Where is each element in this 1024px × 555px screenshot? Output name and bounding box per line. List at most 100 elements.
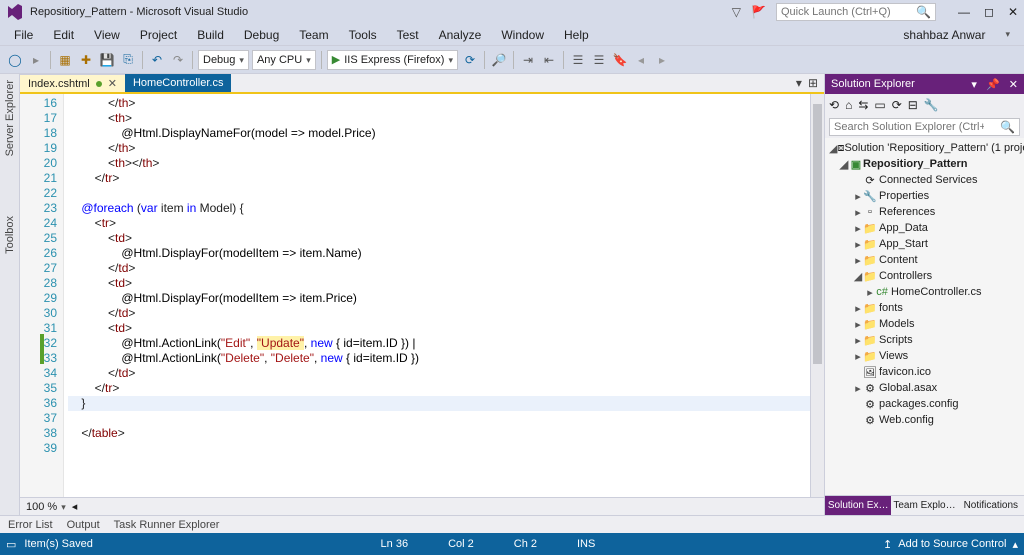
tree-item[interactable]: ▸⚙Global.asax [825, 380, 1024, 396]
tree-item[interactable]: ▸📁Models [825, 316, 1024, 332]
nav-back-icon[interactable]: ◯ [6, 51, 24, 69]
code-content[interactable]: </th> <th> @Html.DisplayNameFor(model =>… [64, 94, 810, 497]
menu-debug[interactable]: Debug [236, 26, 287, 44]
bookmark-icon[interactable]: 🔖 [611, 51, 629, 69]
zoom-bar: 100 % ◂ [20, 497, 824, 515]
menu-build[interactable]: Build [189, 26, 232, 44]
home-icon[interactable]: ⟲ [829, 98, 839, 112]
back-icon[interactable]: ⌂ [845, 98, 852, 112]
tree-item[interactable]: ⚙packages.config [825, 396, 1024, 412]
search-icon[interactable]: 🔍 [916, 5, 931, 19]
menu-help[interactable]: Help [556, 26, 597, 44]
search-icon[interactable]: 🔍 [1000, 120, 1015, 134]
tab-team-explorer[interactable]: Team Explo… [891, 495, 957, 515]
properties-icon[interactable]: 🔧 [924, 98, 939, 112]
solution-explorer-search[interactable]: 🔍 [829, 118, 1020, 136]
menu-project[interactable]: Project [132, 26, 185, 44]
show-all-icon[interactable]: ▭ [874, 98, 885, 112]
menu-window[interactable]: Window [493, 26, 552, 44]
refresh-icon[interactable]: ⟳ [892, 98, 902, 112]
tree-item[interactable]: ◢📁Controllers [825, 268, 1024, 284]
tab-output[interactable]: Output [67, 519, 100, 531]
tabs-overflow-icon[interactable]: ▾ [796, 76, 802, 90]
tab-error-list[interactable]: Error List [8, 519, 53, 531]
tree-item[interactable]: ⚙Web.config [825, 412, 1024, 428]
menu-team[interactable]: Team [291, 26, 336, 44]
tree-item[interactable]: ⟳Connected Services [825, 172, 1024, 188]
tree-item[interactable]: 🖼favicon.ico [825, 364, 1024, 380]
tree-item[interactable]: ▸📁App_Start [825, 236, 1024, 252]
zoom-dropdown-icon[interactable] [61, 501, 66, 513]
tree-item[interactable]: ▸📁fonts [825, 300, 1024, 316]
solution-explorer-toggle-icon[interactable]: ⊞ [808, 76, 818, 90]
run-button[interactable]: ▶ IIS Express (Firefox) [327, 50, 458, 70]
menu-tools[interactable]: Tools [341, 26, 385, 44]
tree-item[interactable]: ▸📁Content [825, 252, 1024, 268]
hscroll-left-icon[interactable]: ◂ [72, 500, 78, 513]
solution-search-input[interactable] [834, 121, 984, 133]
config-dropdown[interactable]: Debug [198, 50, 249, 70]
undo-icon[interactable]: ↶ [148, 51, 166, 69]
maximize-icon[interactable]: ◻ [984, 5, 994, 19]
save-all-icon[interactable]: ⎘ [119, 51, 137, 69]
collapse-icon[interactable]: ⊟ [908, 98, 918, 112]
menu-edit[interactable]: Edit [45, 26, 82, 44]
tab-homecontroller[interactable]: HomeController.cs [125, 74, 231, 92]
user-dropdown-icon[interactable]: ▾ [997, 27, 1018, 42]
prev-bookmark-icon[interactable]: ◂ [632, 51, 650, 69]
save-icon[interactable]: 💾 [98, 51, 116, 69]
next-bookmark-icon[interactable]: ▸ [653, 51, 671, 69]
step-into-icon[interactable]: ⇥ [519, 51, 537, 69]
add-source-control[interactable]: Add to Source Control [898, 538, 1006, 550]
notifications-icon[interactable]: ▽ [732, 5, 741, 19]
step-over-icon[interactable]: ⇤ [540, 51, 558, 69]
zoom-level[interactable]: 100 % [26, 501, 57, 513]
tab-solution-explorer[interactable]: Solution Ex… [825, 495, 891, 515]
panel-close-icon[interactable]: ✕ [1009, 79, 1018, 91]
title-bar: Repositiory_Pattern - Microsoft Visual S… [0, 0, 1024, 24]
tree-item[interactable]: ▸📁App_Data [825, 220, 1024, 236]
find-icon[interactable]: 🔎 [490, 51, 508, 69]
rail-toolbox[interactable]: Toolbox [4, 216, 16, 254]
vertical-scrollbar[interactable] [810, 94, 824, 497]
feedback-icon[interactable]: 🚩 [751, 5, 766, 19]
tree-item[interactable]: ▸📁Scripts [825, 332, 1024, 348]
panel-pin-icon[interactable]: 📌 [986, 79, 1000, 91]
quick-launch-input[interactable] [781, 6, 911, 18]
browser-refresh-icon[interactable]: ⟳ [461, 51, 479, 69]
quick-launch[interactable]: 🔍 [776, 3, 936, 21]
tab-notifications[interactable]: Notifications [958, 495, 1024, 515]
uncomment-icon[interactable]: ☰ [590, 51, 608, 69]
new-project-icon[interactable]: ▦ [56, 51, 74, 69]
tab-task-runner[interactable]: Task Runner Explorer [114, 519, 220, 531]
rail-server-explorer[interactable]: Server Explorer [4, 80, 16, 156]
minimize-icon[interactable]: — [958, 5, 970, 19]
tree-item[interactable]: ▸📁Views [825, 348, 1024, 364]
source-control-arrow-icon[interactable]: ▴ [1012, 538, 1018, 551]
tree-item[interactable]: ▸c#HomeController.cs [825, 284, 1024, 300]
tab-close-icon[interactable]: ✕ [108, 77, 117, 90]
redo-icon[interactable]: ↷ [169, 51, 187, 69]
source-control-icon[interactable]: ↥ [883, 538, 892, 551]
line-number-gutter: 1617181920212223242526272829303132333435… [20, 94, 64, 497]
code-editor[interactable]: 1617181920212223242526272829303132333435… [20, 94, 824, 497]
solution-tree[interactable]: ◢⧈ Solution 'Repositiory_Pattern' (1 pro… [825, 138, 1024, 495]
open-file-icon[interactable]: ✚ [77, 51, 95, 69]
panel-dropdown-icon[interactable]: ▾ [971, 79, 977, 91]
platform-dropdown[interactable]: Any CPU [252, 50, 316, 70]
tree-item[interactable]: ▸🔧Properties [825, 188, 1024, 204]
comment-icon[interactable]: ☰ [569, 51, 587, 69]
project-node[interactable]: ◢▣ Repositiory_Pattern [825, 156, 1024, 172]
menu-view[interactable]: View [86, 26, 128, 44]
sync-icon[interactable]: ⇆ [858, 98, 868, 112]
close-icon[interactable]: ✕ [1008, 5, 1018, 19]
solution-node[interactable]: ◢⧈ Solution 'Repositiory_Pattern' (1 pro… [825, 140, 1024, 156]
menu-analyze[interactable]: Analyze [431, 26, 490, 44]
tree-item[interactable]: ▸▫References [825, 204, 1024, 220]
nav-fwd-icon[interactable]: ▸ [27, 51, 45, 69]
menu-test[interactable]: Test [389, 26, 427, 44]
menu-file[interactable]: File [6, 26, 41, 44]
signed-in-user[interactable]: shahbaz Anwar [895, 26, 993, 44]
status-col: Col 2 [448, 538, 474, 550]
tab-index-cshtml[interactable]: Index.cshtml ✕ [20, 74, 125, 92]
